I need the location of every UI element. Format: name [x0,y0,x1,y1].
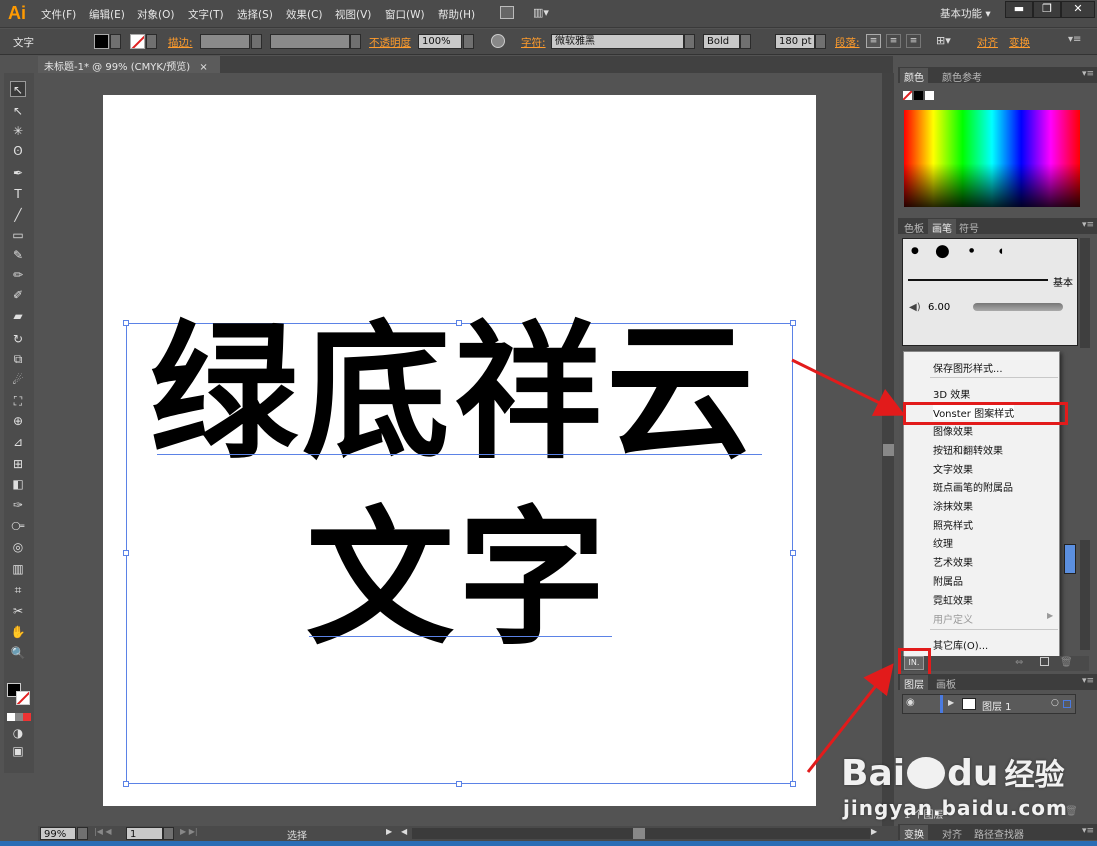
watermark-logo: Bai du 经验 [841,753,1065,794]
paw-icon [907,757,946,789]
annotation-arrows [791,358,906,773]
arrow-to-menu-item [791,358,906,416]
watermark-url: jingyan.baidu.com [843,796,1068,820]
